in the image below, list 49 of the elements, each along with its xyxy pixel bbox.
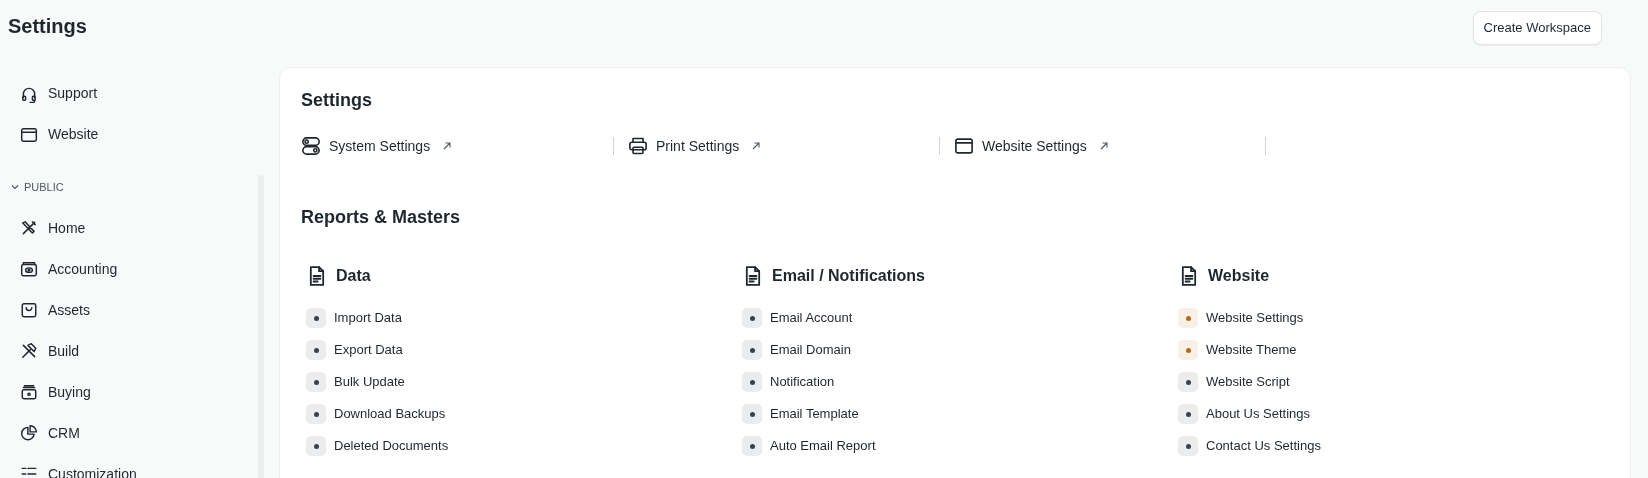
report-link[interactable]: Contact Us Settings [1206, 436, 1321, 456]
create-workspace-button[interactable]: Create Workspace [1472, 11, 1602, 45]
report-link[interactable]: Website Script [1206, 372, 1290, 392]
report-link[interactable]: Email Domain [770, 340, 851, 360]
report-link[interactable]: Auto Email Report [770, 436, 876, 456]
report-link[interactable]: Website Settings [1206, 308, 1304, 328]
report-link[interactable]: Email Account [770, 308, 853, 328]
sidebar-item[interactable]: Customization [48, 463, 137, 478]
group-title: Data [336, 266, 371, 287]
list-icon [20, 465, 38, 478]
arrow-up-right-icon [751, 141, 762, 152]
pie-chart-icon [20, 424, 38, 442]
printer-icon [628, 136, 648, 157]
sidebar-item[interactable]: CRM [48, 422, 80, 444]
report-link[interactable]: Import Data [334, 308, 402, 328]
browser-window-icon [954, 136, 974, 157]
browser-window-icon [20, 125, 38, 144]
sidebar-item[interactable]: Buying [48, 381, 91, 403]
report-link[interactable]: Deleted Documents [334, 436, 449, 456]
report-link[interactable]: Bulk Update [334, 372, 405, 392]
sidebar-item[interactable]: Website [48, 124, 99, 145]
report-link[interactable]: Website Theme [1206, 340, 1297, 360]
tools-icon [20, 219, 38, 237]
shortcut-link[interactable]: Website Settings [954, 135, 1109, 157]
sidebar-item[interactable]: Build [48, 340, 80, 362]
shortcut-link[interactable]: System Settings [301, 135, 453, 157]
sidebar-item[interactable]: Accounting [48, 258, 118, 280]
section-toggle[interactable]: PUBLIC [0, 179, 74, 196]
sidebar-item[interactable]: Home [48, 217, 86, 239]
sidebar-item[interactable]: Support [48, 83, 98, 104]
report-link[interactable]: About Us Settings [1206, 404, 1311, 424]
report-link[interactable]: Email Template [770, 404, 859, 424]
group-title: Website [1208, 266, 1270, 287]
hammer-icon [20, 342, 38, 360]
report-link[interactable]: Export Data [334, 340, 403, 360]
toggles-icon [301, 136, 321, 157]
report-link[interactable]: Notification [770, 372, 835, 392]
card-title: Settings [301, 90, 373, 112]
arrow-up-right-icon [442, 141, 453, 152]
section-title: Reports & Masters [301, 206, 462, 229]
group-title: Email / Notifications [772, 266, 925, 287]
shortcut-link[interactable]: Print Settings [628, 135, 762, 157]
basket-icon [20, 383, 38, 401]
arrow-up-right-icon [1098, 141, 1109, 152]
sidebar-item[interactable]: Assets [48, 299, 90, 321]
bag-icon [20, 301, 38, 319]
page-title: Settings [8, 14, 87, 38]
safe-icon [20, 260, 38, 278]
report-link[interactable]: Download Backups [334, 404, 446, 424]
